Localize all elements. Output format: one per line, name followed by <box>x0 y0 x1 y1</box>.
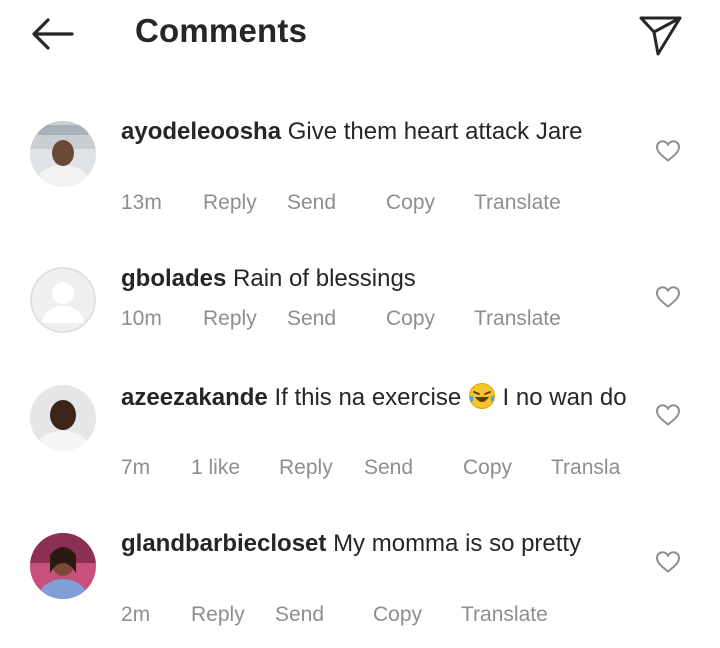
comment-body: My momma is so pretty <box>333 530 582 557</box>
heart-outline-icon <box>655 140 681 162</box>
comment-username[interactable]: gbolades <box>121 265 226 292</box>
comment-text: gbolades Rain of blessings <box>121 264 641 294</box>
comment-username[interactable]: glandbarbiecloset <box>121 530 326 557</box>
share-button[interactable] <box>636 10 684 58</box>
avatar-photo-icon <box>30 533 96 599</box>
reply-button[interactable]: Reply <box>279 456 333 480</box>
copy-button[interactable]: Copy <box>373 603 422 627</box>
send-button[interactable]: Send <box>287 191 336 215</box>
comment-username[interactable]: azeezakande <box>121 384 268 411</box>
comment-body-part1: If this na exercise <box>274 384 462 411</box>
translate-button[interactable]: Translate <box>461 603 548 627</box>
comment-time: 7m <box>121 456 151 479</box>
heart-outline-icon <box>655 286 681 308</box>
reply-button[interactable]: Reply <box>203 307 257 331</box>
laughing-tears-emoji-icon <box>468 382 496 410</box>
send-paper-plane-icon <box>639 16 682 56</box>
like-button[interactable] <box>655 139 681 163</box>
like-button[interactable] <box>655 550 681 574</box>
avatar[interactable] <box>30 267 96 333</box>
back-arrow-icon <box>32 18 74 50</box>
copy-button[interactable]: Copy <box>463 456 512 480</box>
send-button[interactable]: Send <box>287 307 336 331</box>
comment-body-part2: I no wan do <box>502 384 627 411</box>
comment-body: Give them heart attack Jare <box>287 118 583 145</box>
send-button[interactable]: Send <box>364 456 413 480</box>
copy-button[interactable]: Copy <box>386 307 435 331</box>
heart-outline-icon <box>655 404 681 426</box>
page-title: Comments <box>135 12 308 49</box>
like-button[interactable] <box>655 403 681 427</box>
reply-button[interactable]: Reply <box>191 603 245 627</box>
translate-button[interactable]: Translate <box>474 307 561 331</box>
header-bar: Comments <box>0 0 720 70</box>
back-button[interactable] <box>28 14 76 54</box>
comment-text: azeezakande If this na exercise I no wan… <box>121 382 641 413</box>
comment-time: 2m <box>121 603 151 626</box>
comment-time: 10m <box>121 307 162 330</box>
comment-username[interactable]: ayodeleoosha <box>121 118 281 145</box>
reply-button[interactable]: Reply <box>203 191 257 215</box>
avatar-photo-icon <box>30 385 96 451</box>
avatar[interactable] <box>30 121 96 187</box>
like-button[interactable] <box>655 285 681 309</box>
comment-body: Rain of blessings <box>233 265 416 292</box>
avatar[interactable] <box>30 385 96 451</box>
heart-outline-icon <box>655 551 681 573</box>
comment-text: ayodeleoosha Give them heart attack Jare <box>121 117 641 147</box>
send-button[interactable]: Send <box>275 603 324 627</box>
likes-count[interactable]: 1 like <box>191 456 240 480</box>
translate-button[interactable]: Translate <box>474 191 561 215</box>
comment-time: 13m <box>121 191 162 214</box>
comment-text: glandbarbiecloset My momma is so pretty <box>121 529 641 559</box>
avatar[interactable] <box>30 533 96 599</box>
copy-button[interactable]: Copy <box>386 191 435 215</box>
translate-button[interactable]: Transla <box>551 456 620 480</box>
avatar-photo-icon <box>30 121 96 187</box>
default-avatar-icon <box>30 267 96 333</box>
